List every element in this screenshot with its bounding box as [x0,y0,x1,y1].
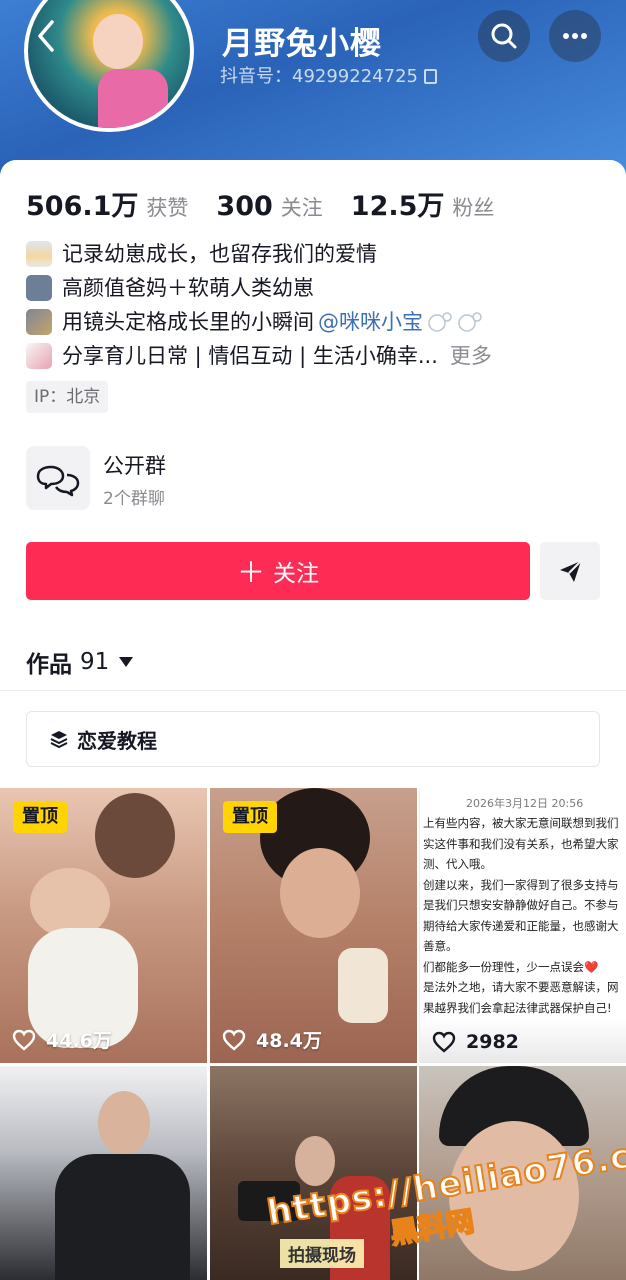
video-tile[interactable]: 置顶 44.6万 [0,788,207,1063]
back-button[interactable] [34,18,66,58]
note-date: 2026年3月12日 20:56 [466,797,584,810]
note-line: 是法外之地，请大家不要恶意解读，网 [423,980,619,994]
stat-label: 粉丝 [452,196,495,220]
copy-icon[interactable] [423,69,437,84]
stat-number: 300 [216,191,273,222]
video-likes: 44.6万 [12,1026,112,1053]
note-line: 善意。 [423,939,458,953]
group-chat-icon [26,446,90,510]
more-dots-icon [563,33,587,39]
bio-line: 记录幼崽成长，也留存我们的爱情 [26,237,616,271]
stat-number: 12.5万 [350,191,445,222]
bubbles-icon [428,312,482,332]
pinned-badge: 置顶 [13,801,67,833]
stat-label: 关注 [280,196,323,220]
follow-label: 关注 [273,561,319,587]
likes-count: 48.4万 [256,1030,322,1052]
video-tile[interactable]: 拍摄现场 [210,1066,417,1280]
likes-count: 44.6万 [46,1030,112,1052]
stat-label: 获赞 [146,196,189,220]
video-thumbnail-figure [98,1091,150,1155]
stat-following[interactable]: 300 关注 [216,191,322,222]
video-thumbnail-figure [295,1136,335,1186]
video-thumbnail-figure [55,1154,190,1280]
video-likes: 2982 [432,1031,519,1053]
video-caption: 拍摄现场 [280,1239,364,1268]
baby-bottle-icon [26,241,52,267]
pinned-badge: 置顶 [223,801,277,833]
group-subtitle: 2个群聊 [103,489,165,509]
video-tile[interactable]: 2026年3月12日 20:56 上有些内容，被大家无意间联想到我们 实这件事和… [419,788,626,1063]
stat-number: 506.1万 [26,191,139,222]
video-thumbnail-figure [338,948,388,1023]
search-button[interactable] [478,10,530,62]
more-button[interactable] [549,10,601,62]
group-title: 公开群 [103,454,166,478]
douyin-id-row[interactable]: 抖音号：49299224725 [220,62,437,88]
caret-down-icon [119,657,134,667]
playlist-label: 恋爱教程 [77,728,157,753]
note-line: 是我们只想安安静静做好自己。不参与 [423,898,619,912]
note-line: 上有些内容，被大家无意间联想到我们 [423,816,619,830]
note-text: 上有些内容，被大家无意间联想到我们 实这件事和我们没有关系，也希望大家 测、代入… [423,813,626,1018]
note-line: 果越界我们会拿起法律武器保护自己! [423,1000,612,1015]
follow-button[interactable]: ＋ 关注 [26,542,530,600]
note-line: 创建以来，我们一家得到了很多支持与 [423,877,619,892]
bio-line: 用镜头定格成长里的小瞬间 @咪咪小宝 [26,305,616,339]
works-count: 91 [80,649,110,675]
heart-icon [222,1029,246,1051]
camera-flash-icon [26,309,52,335]
layers-icon [50,731,68,749]
note-line: 实这件事和我们没有关系，也希望大家 [423,836,619,851]
bio-text: 记录幼崽成长，也留存我们的爱情 [62,242,377,266]
bio-text: 用镜头定格成长里的小瞬间 [62,310,314,334]
avatar-face [93,14,143,69]
video-thumbnail-figure [95,793,175,878]
bio-more-link[interactable]: 更多 [450,339,492,373]
avatar-dress [98,69,168,128]
likes-count: 2982 [466,1031,519,1053]
playlist-entry[interactable]: 恋爱教程 [26,711,600,767]
stat-followers[interactable]: 12.5万 粉丝 [351,184,495,223]
note-line: 测、代入哦。 [423,857,492,871]
share-button[interactable] [540,542,600,600]
chevron-left-icon [38,20,54,52]
douyin-id: 抖音号：49299224725 [220,66,418,87]
video-thumbnail-figure [280,848,360,938]
bio-text: 分享育儿日常 | 情侣互动 | 生活小确幸... [62,344,438,368]
video-tile[interactable] [0,1066,207,1280]
bio-line: 分享育儿日常 | 情侣互动 | 生活小确幸... 更多 [26,339,616,373]
stat-likes[interactable]: 506.1万 获赞 [26,184,188,223]
mention-link[interactable]: @咪咪小宝 [318,305,423,339]
heart-icon [432,1031,456,1053]
tab-works[interactable]: 作品 91 [26,645,134,679]
ip-location-badge: IP：北京 [26,381,109,413]
divider [0,690,626,691]
search-icon [491,23,517,49]
video-likes: 48.4万 [222,1026,322,1053]
works-label: 作品 [26,652,72,678]
bio[interactable]: 记录幼崽成长，也留存我们的爱情 高颜值爸妈＋软萌人类幼崽 用镜头定格成长里的小瞬… [26,237,616,373]
note-line: 们都能多一份理性，少一点误会❤️ [423,959,599,974]
profile-name: 月野兔小樱 [222,26,382,62]
send-icon [560,560,582,582]
stats-row: 506.1万 获赞 300 关注 12.5万 粉丝 [26,184,522,223]
love-letter-icon [26,343,52,369]
bio-line: 高颜值爸妈＋软萌人类幼崽 [26,271,616,305]
bio-text: 高颜值爸妈＋软萌人类幼崽 [62,276,314,300]
plus-icon: ＋ [236,556,265,589]
heart-icon [12,1029,36,1051]
note-line: 期待给大家传递爱和正能量，也感谢大 [423,918,619,933]
family-icon [26,275,52,301]
video-tile[interactable]: 置顶 48.4万 [210,788,417,1063]
